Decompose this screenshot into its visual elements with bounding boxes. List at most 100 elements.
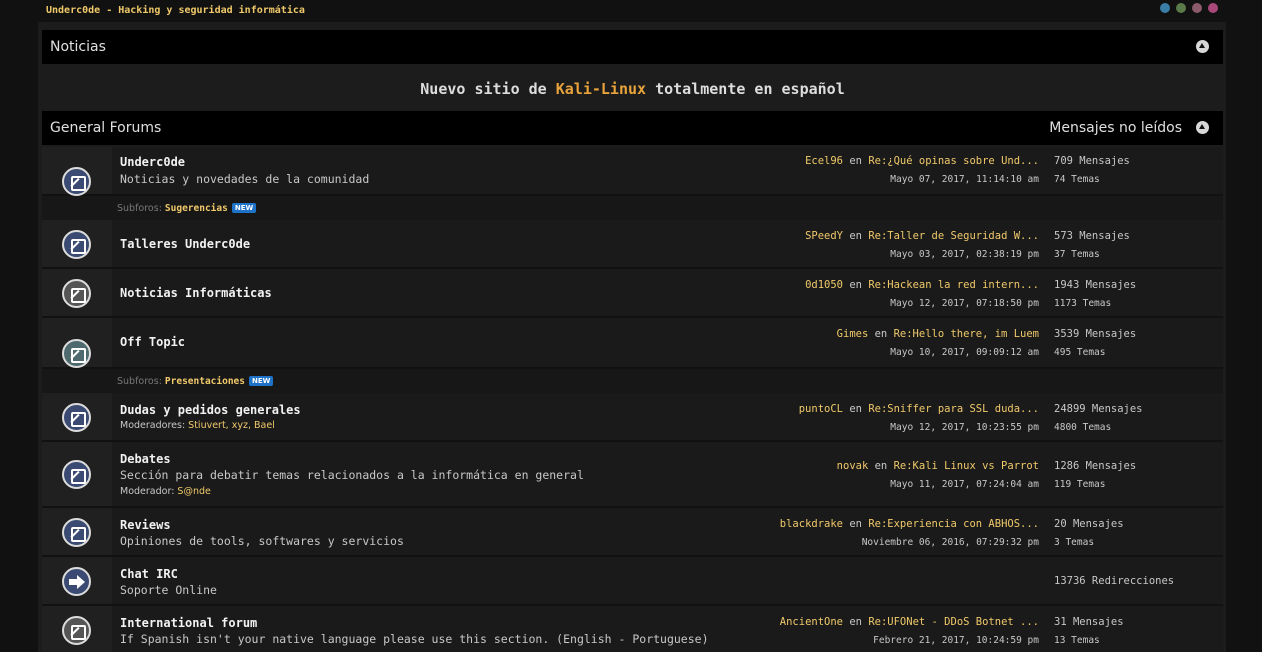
board-name[interactable]: Noticias Informáticas bbox=[120, 286, 272, 300]
style-dot-pink[interactable] bbox=[1208, 3, 1218, 13]
board-row: Talleres Underc0de SPeedY en Re:Taller d… bbox=[42, 220, 1223, 269]
last-post-topic[interactable]: Re:Experiencia con ABHOS... bbox=[868, 518, 1039, 530]
board-topics: 495 Temas bbox=[1054, 347, 1106, 358]
board-name[interactable]: Dudas y pedidos generales bbox=[120, 403, 301, 417]
noticias-header: Noticias bbox=[42, 30, 1223, 64]
last-post-user[interactable]: novak bbox=[837, 460, 869, 472]
board-name[interactable]: Off Topic bbox=[120, 335, 185, 349]
last-post: blackdrake en Re:Experiencia con ABHOS..… bbox=[779, 518, 1039, 530]
board-name[interactable]: International forum bbox=[120, 616, 257, 630]
board-icon[interactable] bbox=[62, 518, 91, 547]
board-posts: 20 Mensajes bbox=[1054, 518, 1124, 530]
collapse-icon[interactable] bbox=[1196, 40, 1209, 53]
style-dot-blue[interactable] bbox=[1160, 3, 1170, 13]
new-badge: NEW bbox=[249, 376, 274, 386]
board-name[interactable]: Chat IRC bbox=[120, 567, 178, 581]
last-post-user[interactable]: blackdrake bbox=[780, 518, 843, 530]
board-description: Sección para debatir temas relacionados … bbox=[120, 468, 584, 482]
style-dot-green[interactable] bbox=[1176, 3, 1186, 13]
last-post-user[interactable]: puntoCL bbox=[799, 403, 843, 415]
last-post-date: Mayo 12, 2017, 07:18:50 pm bbox=[890, 298, 1039, 309]
site-title[interactable]: Underc0de - Hacking y seguridad informát… bbox=[46, 5, 305, 16]
last-post-user[interactable]: SPeedY bbox=[805, 230, 843, 242]
board-row: Off Topic Gimes en Re:Hello there, im Lu… bbox=[42, 318, 1223, 369]
redirect-icon[interactable] bbox=[62, 567, 91, 596]
last-post: 0d1050 en Re:Hackean la red intern... bbox=[805, 279, 1039, 291]
last-post-date: Mayo 10, 2017, 09:09:12 am bbox=[890, 347, 1039, 358]
last-post-date: Noviembre 06, 2016, 07:29:32 pm bbox=[861, 537, 1039, 548]
board-posts: 1943 Mensajes bbox=[1054, 279, 1137, 291]
board-description: Noticias y novedades de la comunidad bbox=[120, 172, 370, 186]
category-title[interactable]: General Forums bbox=[50, 120, 161, 136]
board-icon[interactable] bbox=[62, 339, 91, 368]
board-row: International forum If Spanish isn't you… bbox=[42, 606, 1223, 652]
board-name[interactable]: Talleres Underc0de bbox=[120, 237, 250, 251]
last-post-topic[interactable]: Re:Hackean la red intern... bbox=[868, 279, 1039, 291]
style-dot-mauve[interactable] bbox=[1192, 3, 1202, 13]
last-post-date: Mayo 07, 2017, 11:14:10 am bbox=[890, 174, 1039, 185]
last-post-user[interactable]: Ecel96 bbox=[805, 155, 843, 167]
board-row: Chat IRC Soporte Online 13736 Redireccio… bbox=[42, 557, 1223, 606]
subforum-link[interactable]: Sugerencias bbox=[165, 203, 228, 214]
headline-suffix: totalmente en español bbox=[646, 80, 845, 98]
board-topics: 37 Temas bbox=[1054, 249, 1100, 260]
last-post-topic[interactable]: Re:UFONet - DDoS Botnet ... bbox=[868, 616, 1039, 628]
news-headline: Nuevo sitio de Kali-Linux totalmente en … bbox=[42, 65, 1223, 111]
last-post-date: Mayo 03, 2017, 02:38:19 pm bbox=[890, 249, 1039, 260]
last-post-date: Febrero 21, 2017, 10:24:59 pm bbox=[873, 635, 1039, 646]
headline-highlight[interactable]: Kali-Linux bbox=[556, 80, 646, 98]
board-row: Debates Sección para debatir temas relac… bbox=[42, 442, 1223, 508]
noticias-title: Noticias bbox=[50, 39, 106, 55]
last-post-user[interactable]: AncientOne bbox=[780, 616, 843, 628]
board-moderators: Moderador: S@nde bbox=[120, 486, 211, 497]
board-redirects: 13736 Redirecciones bbox=[1054, 575, 1175, 587]
board-icon[interactable] bbox=[62, 403, 91, 432]
board-posts: 1286 Mensajes bbox=[1054, 460, 1137, 472]
board-description: Opiniones de tools, softwares y servicio… bbox=[120, 534, 404, 548]
last-post-user[interactable]: Gimes bbox=[837, 328, 869, 340]
board-icon[interactable] bbox=[62, 167, 91, 196]
board-icon[interactable] bbox=[62, 279, 91, 308]
last-post: puntoCL en Re:Sniffer para SSL duda... bbox=[798, 403, 1039, 415]
board-topics: 1173 Temas bbox=[1054, 298, 1112, 309]
board-row: Reviews Opiniones de tools, softwares y … bbox=[42, 508, 1223, 557]
board-posts: 24899 Mensajes bbox=[1054, 403, 1143, 415]
subforum-label: Subforos: bbox=[117, 376, 165, 387]
general-forums-header: General Forums Mensajes no leídos bbox=[42, 111, 1223, 145]
board-icon[interactable] bbox=[62, 616, 91, 645]
board-name[interactable]: Underc0de bbox=[120, 155, 185, 169]
board-posts: 573 Mensajes bbox=[1054, 230, 1130, 242]
top-bar: Underc0de - Hacking y seguridad informát… bbox=[0, 0, 1262, 22]
board-row: Underc0de Noticias y novedades de la com… bbox=[42, 147, 1223, 196]
last-post-user[interactable]: 0d1050 bbox=[805, 279, 843, 291]
unread-posts-link[interactable]: Mensajes no leídos bbox=[1049, 120, 1182, 136]
moderator-links[interactable]: S@nde bbox=[177, 486, 210, 497]
board-icon[interactable] bbox=[62, 460, 91, 489]
subforum-label: Subforos: bbox=[117, 203, 165, 214]
last-post: novak en Re:Kali Linux vs Parrot bbox=[836, 460, 1039, 472]
last-post-topic[interactable]: Re:¿Qué opinas sobre Und... bbox=[868, 155, 1039, 167]
last-post: AncientOne en Re:UFONet - DDoS Botnet ..… bbox=[779, 616, 1039, 628]
board-icon[interactable] bbox=[62, 230, 91, 259]
board-description: Soporte Online bbox=[120, 583, 217, 597]
moderator-links[interactable]: Stiuvert, xyz, Bael bbox=[188, 420, 275, 431]
collapse-icon[interactable] bbox=[1196, 121, 1209, 134]
board-posts: 709 Mensajes bbox=[1054, 155, 1130, 167]
subforum-row: Subforos: Sugerencias NEW bbox=[42, 196, 1223, 220]
last-post-topic[interactable]: Re:Kali Linux vs Parrot bbox=[894, 460, 1039, 472]
subforum-link[interactable]: Presentaciones bbox=[165, 376, 245, 387]
board-posts: 31 Mensajes bbox=[1054, 616, 1124, 628]
last-post-topic[interactable]: Re:Sniffer para SSL duda... bbox=[868, 403, 1039, 415]
board-name[interactable]: Debates bbox=[120, 452, 171, 466]
last-post-topic[interactable]: Re:Hello there, im Luem bbox=[894, 328, 1039, 340]
board-topics: 4800 Temas bbox=[1054, 422, 1112, 433]
style-switcher bbox=[1160, 3, 1218, 13]
headline-prefix: Nuevo sitio de bbox=[420, 80, 556, 98]
board-moderators: Moderadores: Stiuvert, xyz, Bael bbox=[120, 420, 275, 431]
last-post: Gimes en Re:Hello there, im Luem bbox=[836, 328, 1039, 340]
last-post: SPeedY en Re:Taller de Seguridad W... bbox=[805, 230, 1039, 242]
last-post-date: Mayo 11, 2017, 07:24:04 am bbox=[890, 479, 1039, 490]
last-post-topic[interactable]: Re:Taller de Seguridad W... bbox=[868, 230, 1039, 242]
board-topics: 13 Temas bbox=[1054, 635, 1100, 646]
board-name[interactable]: Reviews bbox=[120, 518, 171, 532]
